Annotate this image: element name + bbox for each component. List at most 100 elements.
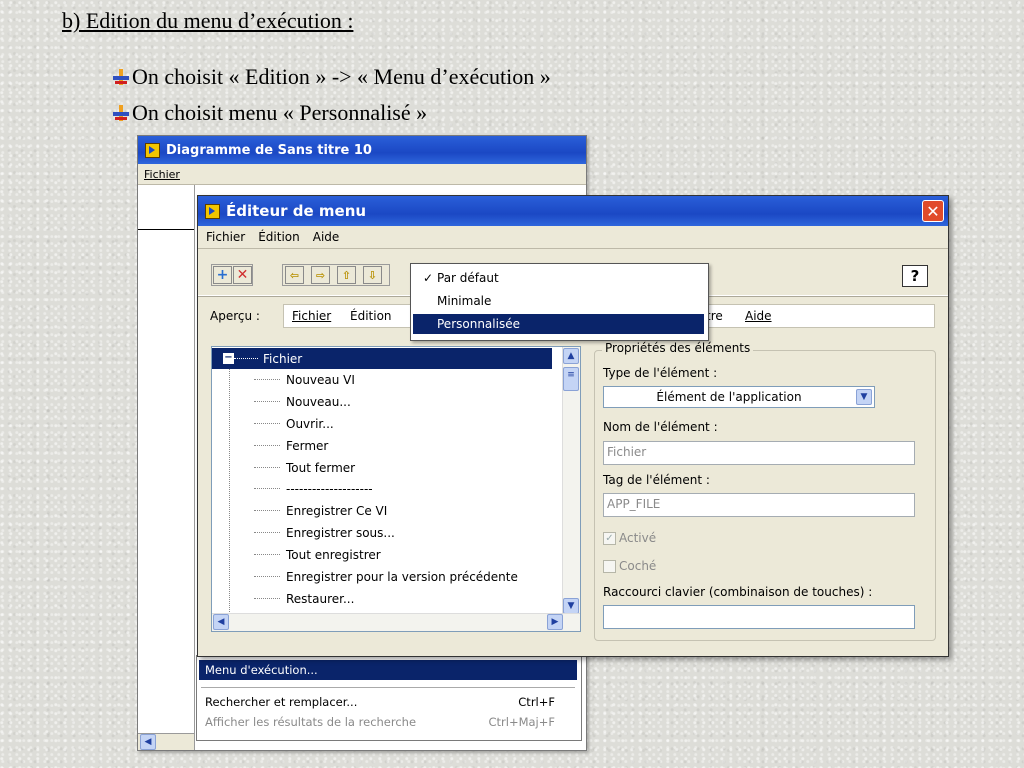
add-item-icon[interactable]: + [213, 266, 232, 284]
tree-connector [254, 598, 280, 599]
tree-item-label: -------------------- [286, 481, 373, 496]
delete-item-icon[interactable]: ✕ [233, 266, 252, 284]
active-checkbox[interactable]: ✓ Activé [603, 531, 656, 545]
menu-type-minimale[interactable]: Minimale [413, 291, 704, 311]
checkbox-empty-icon [603, 559, 616, 573]
help-button[interactable]: ? [902, 265, 928, 287]
menu-editor-titlebar[interactable]: Éditeur de menu ✕ [198, 196, 948, 226]
menu-type-personnalisee[interactable]: Personnalisée [413, 314, 704, 334]
tree-item-label: Nouveau VI [286, 372, 355, 387]
tree-connector [254, 554, 280, 555]
slide-title: b) Edition du menu d’exécution : [62, 8, 354, 33]
menu-editor-menubar: Fichier Édition Aide [198, 226, 948, 249]
properties-legend: Propriétés des éléments [602, 341, 754, 355]
divider [138, 229, 194, 230]
menu-fichier-back[interactable]: Fichier [138, 168, 186, 181]
shortcut-field[interactable] [603, 605, 915, 629]
menu-items-tree[interactable]: − Fichier Nouveau VI Nouveau... Ouvrir..… [211, 346, 581, 632]
item-tag-field[interactable]: APP_FILE [603, 493, 915, 517]
chevron-down-icon[interactable]: ▼ [856, 389, 872, 405]
tree-item-label: Enregistrer sous... [286, 525, 395, 540]
tree-connector [254, 423, 280, 424]
tree-item-label: Enregistrer Ce VI [286, 503, 388, 518]
edition-dropdown-menu: Menu d'exécution... Rechercher et rempla… [196, 655, 582, 741]
move-right-icon[interactable]: ⇨ [311, 266, 330, 284]
menu-fichier[interactable]: Fichier [198, 230, 250, 244]
active-label: Activé [619, 531, 657, 545]
tree-item[interactable]: Nouveau... [212, 391, 552, 412]
scroll-right-icon[interactable]: ▶ [547, 614, 563, 630]
close-button[interactable]: ✕ [922, 200, 944, 222]
tree-connector [254, 532, 280, 533]
apercu-item-aide[interactable]: Aide [745, 309, 772, 323]
move-down-icon[interactable]: ⇩ [363, 266, 382, 284]
item-name-field[interactable]: Fichier [603, 441, 915, 465]
tree-item[interactable]: Ouvrir... [212, 413, 552, 434]
tree-item[interactable]: Tout fermer [212, 457, 552, 478]
tree-item[interactable]: Restaurer... [212, 588, 552, 609]
menu-item-shortcut: Ctrl+F [518, 695, 555, 709]
tree-connector [234, 358, 258, 359]
tree-item-label: Nouveau... [286, 394, 351, 409]
block-diagram-titlebar[interactable]: Diagramme de Sans titre 10 [138, 136, 586, 164]
checked-checkbox[interactable]: Coché [603, 559, 656, 573]
move-left-icon[interactable]: ⇦ [285, 266, 304, 284]
tree-item-label: Tout enregistrer [286, 547, 381, 562]
tree-item-fichier[interactable]: − Fichier [212, 348, 552, 369]
labview-app-icon [145, 142, 160, 158]
block-diagram-menubar: Fichier [138, 164, 586, 185]
tree-connector [254, 445, 280, 446]
move-up-icon[interactable]: ⇧ [337, 266, 356, 284]
tree-item-label: Restaurer... [286, 591, 355, 606]
tree-horizontal-scrollbar[interactable]: ◀ ▶ [212, 613, 580, 631]
tree-item[interactable]: Enregistrer sous... [212, 522, 552, 543]
menu-item-rechercher-remplacer[interactable]: Rechercher et remplacer... Ctrl+F [199, 692, 577, 712]
scroll-left-icon[interactable]: ◀ [213, 614, 229, 630]
tree-item[interactable]: Nouveau VI [212, 369, 552, 390]
tree-vertical-scrollbar[interactable]: ▲ ≡ ▼ [562, 347, 580, 615]
item-type-label: Type de l'élément : [603, 366, 718, 380]
apercu-item-fichier[interactable]: Fichier [292, 309, 331, 323]
menu-item-label: Afficher les résultats de la recherche [205, 715, 417, 729]
tree-item[interactable]: -------------------- [212, 478, 552, 499]
block-diagram-title: Diagramme de Sans titre 10 [166, 142, 372, 158]
tree-connector [254, 488, 280, 489]
labview-app-icon [205, 203, 220, 219]
apercu-item-edition[interactable]: Édition [350, 309, 392, 323]
scroll-left-icon[interactable]: ◀ [140, 734, 156, 750]
menu-aide[interactable]: Aide [305, 230, 345, 244]
tree-item-label: Enregistrer pour la version précédente [286, 569, 518, 584]
scroll-down-icon[interactable]: ▼ [563, 598, 579, 614]
tree-connector [254, 467, 280, 468]
tree-item[interactable]: Enregistrer pour la version précédente [212, 566, 552, 587]
item-name-label: Nom de l'élément : [603, 420, 718, 434]
menu-item-label: Rechercher et remplacer... [205, 695, 358, 709]
tree-item[interactable]: Enregistrer Ce VI [212, 500, 552, 521]
menu-type-label: Minimale [437, 294, 492, 308]
scroll-thumb[interactable]: ≡ [563, 367, 579, 391]
shortcut-label: Raccourci clavier (combinaison de touche… [603, 585, 873, 599]
bullet-arrow-icon [112, 104, 130, 122]
menu-item-shortcut: Ctrl+Maj+F [488, 715, 555, 729]
menu-editor-title: Éditeur de menu [226, 202, 367, 220]
collapse-icon[interactable]: − [223, 353, 234, 364]
menu-item-menu-execution[interactable]: Menu d'exécution... [199, 660, 577, 680]
menu-type-par-defaut[interactable]: ✓ Par défaut [413, 268, 704, 288]
block-diagram-left-panel: ◀ [138, 185, 195, 750]
horizontal-scrollbar[interactable]: ◀ [138, 733, 194, 750]
tree-item[interactable]: Tout enregistrer [212, 544, 552, 565]
bullet-2: On choisit menu « Personnalisé » [112, 100, 427, 126]
tree-item[interactable]: Fermer [212, 435, 552, 456]
tree-connector [254, 576, 280, 577]
item-type-select[interactable]: Élément de l'application ▼ [603, 386, 875, 408]
tree-connector [254, 379, 280, 380]
tree-connector [254, 401, 280, 402]
scroll-up-icon[interactable]: ▲ [563, 348, 579, 364]
menu-edition[interactable]: Édition [250, 230, 305, 244]
bullet-arrow-icon [112, 68, 130, 86]
menu-type-label: Par défaut [437, 271, 499, 285]
checkmark-icon: ✓ [423, 271, 434, 285]
menu-type-popup: ✓ Par défaut Minimale Personnalisée [410, 263, 709, 341]
menu-item-afficher-resultats: Afficher les résultats de la recherche C… [199, 712, 577, 732]
apercu-label: Aperçu : [210, 309, 260, 323]
